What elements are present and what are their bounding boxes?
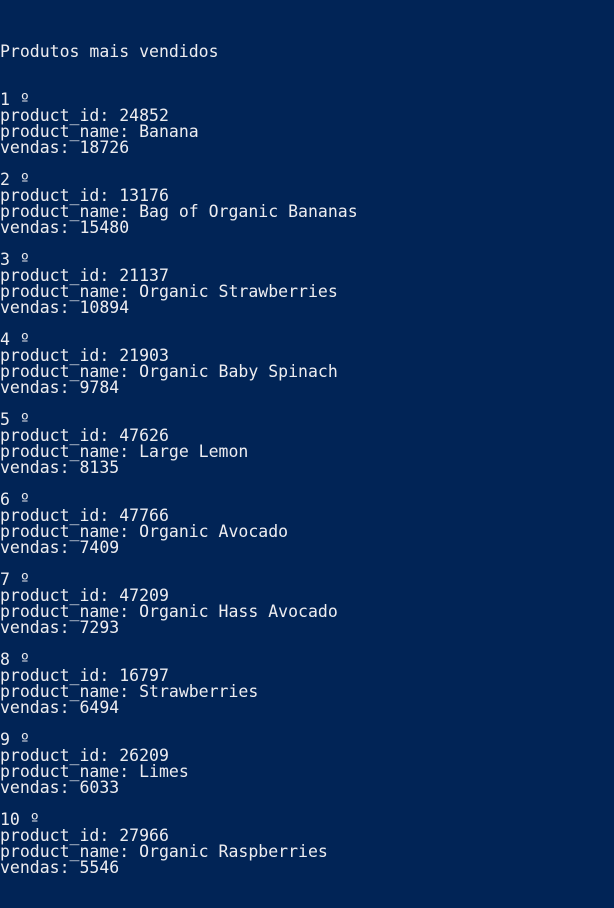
sales-line: vendas: 6494 [0, 698, 614, 717]
sales-line-value: 6033 [79, 778, 120, 797]
sales-line-value: 18726 [79, 138, 130, 157]
product-name-line-value: Strawberries [139, 682, 259, 701]
product-name-line-value: Organic Strawberries [139, 282, 338, 301]
product-entry: 5 º product_id: 47626 product_name: Large … [0, 411, 614, 477]
sales-line-value: 10894 [79, 298, 130, 317]
sales-line: vendas: 7409 [0, 538, 614, 557]
product-entry: 3 º product_id: 21137 product_name: Organi… [0, 251, 614, 317]
product-name-line-value: Organic Baby Spinach [139, 362, 338, 381]
sales-line-label: vendas: [0, 858, 70, 877]
output-header: Produtos mais vendidos [0, 42, 219, 61]
sales-line: vendas: 5546 [0, 858, 614, 877]
sales-line-value: 15480 [79, 218, 130, 237]
product-entry: 1 º product_id: 24852 product_name: Banana… [0, 91, 614, 157]
sales-line: vendas: 8135 [0, 458, 614, 477]
sales-line-value: 5546 [79, 858, 120, 877]
product-name-line-value: Banana [139, 122, 199, 141]
product-name-line-value: Large Lemon [139, 442, 249, 461]
sales-line: vendas: 9784 [0, 378, 614, 397]
product-name-line-value: Organic Hass Avocado [139, 602, 338, 621]
sales-line-label: vendas: [0, 298, 70, 317]
product-entry: 4 º product_id: 21903 product_name: Organi… [0, 331, 614, 397]
sales-line: vendas: 18726 [0, 138, 614, 157]
sales-line-label: vendas: [0, 218, 70, 237]
sales-line-value: 8135 [79, 458, 120, 477]
product-entry: 8 º product_id: 16797 product_name: Strawb… [0, 651, 614, 717]
sales-line-value: 9784 [79, 378, 120, 397]
sales-line-label: vendas: [0, 698, 70, 717]
product-name-line-value: Organic Raspberries [139, 842, 328, 861]
sales-line-label: vendas: [0, 778, 70, 797]
sales-line: vendas: 7293 [0, 618, 614, 637]
sales-line-value: 7293 [79, 618, 120, 637]
product-entry: 6 º product_id: 47766 product_name: Organi… [0, 491, 614, 557]
console-output[interactable]: Produtos mais vendidos 1 º product_id: 24… [0, 12, 614, 908]
sales-line-label: vendas: [0, 538, 70, 557]
sales-line-label: vendas: [0, 138, 70, 157]
sales-line: vendas: 10894 [0, 298, 614, 317]
sales-line-value: 7409 [79, 538, 120, 557]
sales-line-value: 6494 [79, 698, 120, 717]
terminal-window: { "console": { "header": "Produtos mais … [0, 0, 614, 876]
product-entry: 9 º product_id: 26209 product_name: Limes v… [0, 731, 614, 797]
sales-line: vendas: 6033 [0, 778, 614, 797]
product-entry: 10 º product_id: 27966 product_name: Organ… [0, 811, 614, 877]
product-name-line-value: Bag of Organic Bananas [139, 202, 358, 221]
sales-line-label: vendas: [0, 618, 70, 637]
product-entry: 7 º product_id: 47209 product_name: Organi… [0, 571, 614, 637]
product-name-line-value: Limes [139, 762, 189, 781]
sales-line-label: vendas: [0, 378, 70, 397]
product-entry: 2 º product_id: 13176 product_name: Bag of… [0, 171, 614, 237]
sales-line: vendas: 15480 [0, 218, 614, 237]
product-name-line-value: Organic Avocado [139, 522, 289, 541]
product-list: 1 º product_id: 24852 product_name: Banana… [0, 91, 614, 877]
sales-line-label: vendas: [0, 458, 70, 477]
